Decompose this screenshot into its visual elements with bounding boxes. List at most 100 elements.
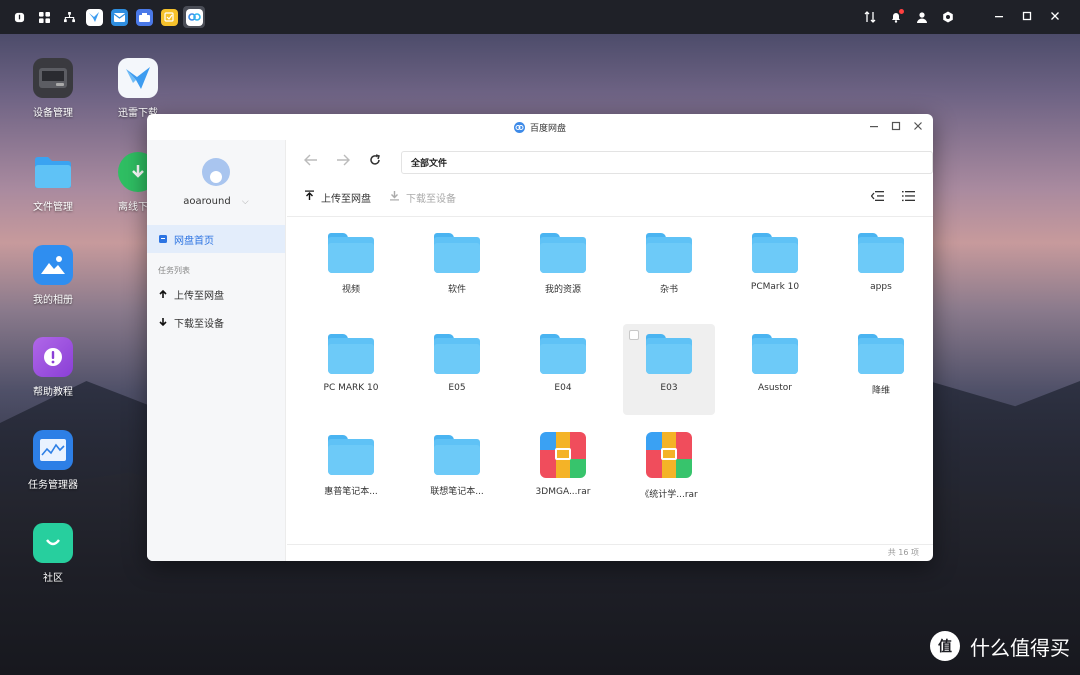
folder-icon <box>434 233 480 273</box>
help-exclamation-icon <box>33 337 73 377</box>
drive-taskbar-app[interactable] <box>133 6 155 28</box>
folder-item[interactable]: E04 <box>517 324 609 415</box>
item-name: PCMark 10 <box>750 282 800 292</box>
window-maximize-icon[interactable] <box>891 121 901 134</box>
folder-icon <box>328 233 374 273</box>
close-icon[interactable] <box>1046 10 1064 25</box>
list-view-icon[interactable] <box>902 190 915 205</box>
folder-item[interactable]: PC MARK 10 <box>305 324 397 415</box>
folder-item[interactable]: E03 <box>623 324 715 415</box>
item-name: E03 <box>660 383 678 393</box>
folder-item[interactable]: 杂书 <box>623 223 715 314</box>
folder-icon <box>752 334 798 374</box>
user-icon[interactable] <box>914 9 930 25</box>
maximize-icon[interactable] <box>1018 10 1036 25</box>
download-button[interactable]: 下载至设备 <box>389 190 456 205</box>
download-icon <box>389 190 400 204</box>
network-icon[interactable] <box>58 6 80 28</box>
folder-item[interactable]: apps <box>835 223 927 314</box>
taskbar <box>0 0 1080 34</box>
select-checkbox[interactable] <box>629 330 639 340</box>
transfer-icon[interactable] <box>862 9 878 25</box>
mail-taskbar-app[interactable] <box>108 6 130 28</box>
folder-icon <box>540 233 586 273</box>
sidebar-item-label: 网盘首页 <box>174 235 214 247</box>
item-name: 惠普笔记本... <box>324 487 378 497</box>
main-panel: 全部文件 上传至网盘 下载至设备 视频 软件 我的资源 杂书 PCMark 10… <box>287 140 933 561</box>
folder-item[interactable]: 软件 <box>411 223 503 314</box>
baidu-pan-taskbar-app[interactable] <box>183 6 205 28</box>
desktop-icon-photos[interactable]: 我的相册 <box>13 245 93 306</box>
folder-icon <box>434 435 480 475</box>
folder-icon <box>540 334 586 374</box>
chart-line-icon <box>33 430 73 470</box>
item-name: E05 <box>448 383 466 393</box>
desktop-icon-community[interactable]: 社区 <box>13 523 93 584</box>
item-name: PC MARK 10 <box>323 383 379 393</box>
folder-icon <box>858 233 904 273</box>
sidebar-item-home[interactable]: 网盘首页 <box>147 225 285 253</box>
watermark: 值 什么值得买 <box>930 631 1070 661</box>
desktop-icon-file-manager[interactable]: 文件管理 <box>13 152 93 213</box>
folder-icon <box>33 152 73 192</box>
file-grid: 视频 软件 我的资源 杂书 PCMark 10 apps PC MARK 10 E05 E04 E… <box>287 223 933 544</box>
archive-rar-icon <box>646 432 692 478</box>
file-item[interactable]: 《统计学...rar <box>623 425 715 516</box>
item-name: Asustor <box>758 383 792 393</box>
folder-item[interactable]: 我的资源 <box>517 223 609 314</box>
item-name: apps <box>870 282 892 292</box>
window-minimize-icon[interactable] <box>869 121 879 134</box>
status-bar: 共 16 项 <box>287 544 933 561</box>
folder-item[interactable]: Asustor <box>729 324 821 415</box>
desktop-icon-device-manager[interactable]: 设备管理 <box>13 58 93 119</box>
folder-icon <box>328 334 374 374</box>
window-title: 百度网盘 <box>529 123 566 134</box>
desktop-icon-xunlei[interactable]: 迅雷下载 <box>98 58 178 119</box>
folder-icon <box>328 435 374 475</box>
folder-item[interactable]: PCMark 10 <box>729 223 821 314</box>
forward-arrow-icon[interactable] <box>335 154 351 170</box>
desktop-icon-label: 社区 <box>43 573 63 584</box>
smzdm-logo-icon: 值 <box>930 631 960 661</box>
window-titlebar[interactable]: 百度网盘 <box>147 114 933 140</box>
sort-icon[interactable] <box>870 190 884 205</box>
sidebar-item-upload[interactable]: 上传至网盘 <box>147 280 285 308</box>
download-arrow-icon <box>158 317 168 327</box>
upload-button[interactable]: 上传至网盘 <box>304 190 371 205</box>
notes-taskbar-app[interactable] <box>158 6 180 28</box>
folder-item[interactable]: 惠普笔记本... <box>305 425 397 516</box>
desktop-icon-help[interactable]: 帮助教程 <box>13 337 93 398</box>
sidebar-item-download[interactable]: 下载至设备 <box>147 308 285 336</box>
path-bar[interactable]: 全部文件 <box>401 150 933 174</box>
folder-item[interactable]: 降维 <box>835 324 927 415</box>
back-arrow-icon[interactable] <box>303 154 319 170</box>
folder-icon <box>858 334 904 374</box>
folder-item[interactable]: 视频 <box>305 223 397 314</box>
window-close-icon[interactable] <box>913 121 923 134</box>
folder-item[interactable]: 联想笔记本... <box>411 425 503 516</box>
xunlei-bird-icon <box>118 58 158 98</box>
info-icon[interactable] <box>8 6 30 28</box>
username-dropdown[interactable]: aoaround ⌵ <box>147 196 285 207</box>
archive-rar-icon <box>540 432 586 478</box>
folder-item[interactable]: E05 <box>411 324 503 415</box>
baidu-pan-window: 百度网盘 aoaround ⌵ 网盘首页 任务列表 上传至网盘 下载至设备 全部… <box>147 114 933 561</box>
settings-icon[interactable] <box>940 9 956 25</box>
desktop-icon-label: 文件管理 <box>33 202 73 213</box>
avatar[interactable] <box>202 158 230 186</box>
minimize-icon[interactable] <box>990 10 1008 25</box>
device-manager-icon <box>33 58 73 98</box>
folder-icon <box>752 233 798 273</box>
username: aoaround <box>183 196 231 207</box>
upload-arrow-icon <box>158 289 168 299</box>
download-button-label: 下载至设备 <box>406 193 456 205</box>
xunlei-taskbar-app[interactable] <box>83 6 105 28</box>
file-item[interactable]: 3DMGA...rar <box>517 425 609 516</box>
item-name: 《统计学...rar <box>640 490 698 500</box>
refresh-icon[interactable] <box>367 154 383 170</box>
item-name: 软件 <box>447 285 466 295</box>
notification-bell-icon[interactable] <box>888 9 904 25</box>
apps-grid-icon[interactable] <box>33 6 55 28</box>
desktop-icon-task-manager[interactable]: 任务管理器 <box>13 430 93 491</box>
community-smile-icon <box>33 523 73 563</box>
